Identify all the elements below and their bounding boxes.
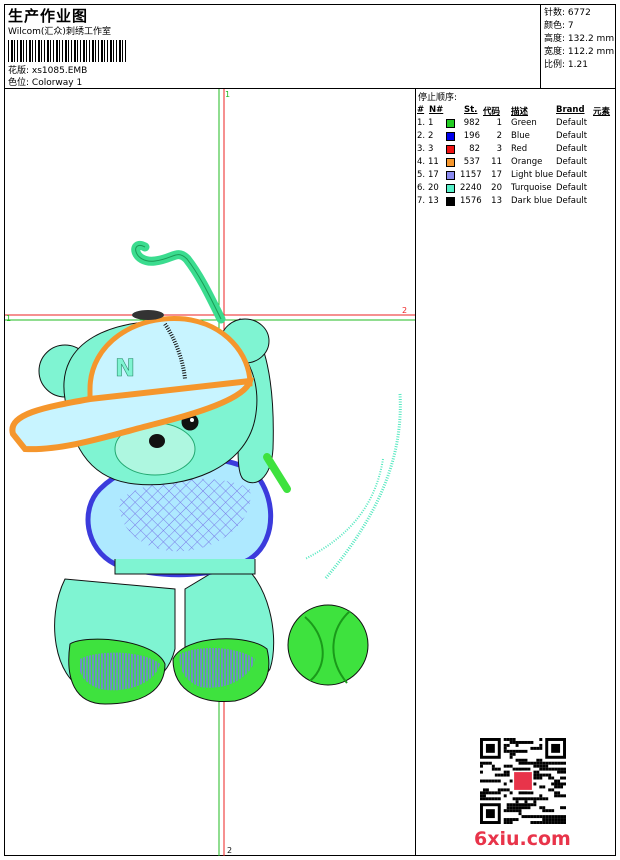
guide-label-h2: 2 xyxy=(402,306,407,315)
embroidery-design: N 1 1 2 2 xyxy=(5,89,415,856)
row-stitches: 196 xyxy=(463,131,480,141)
stat-height: 高度: 132.2 mm xyxy=(544,34,615,44)
row-stitches: 2240 xyxy=(460,183,482,193)
table-row: 3. 3 82 3 Red Default xyxy=(416,143,616,156)
color-swatch xyxy=(446,119,455,128)
row-brand: Default xyxy=(556,183,588,193)
row-code: 17 xyxy=(491,170,502,180)
stats-panel: 针数: 6772 颜色: 7 高度: 132.2 mm 宽度: 112.2 mm… xyxy=(540,4,616,88)
row-num: 1 xyxy=(428,118,434,128)
guide-label-v1: 1 xyxy=(225,90,230,99)
row-num: 13 xyxy=(428,196,439,206)
color-swatch xyxy=(446,184,455,193)
row-code: 3 xyxy=(496,144,502,154)
table-row: 7. 13 1576 13 Dark blue Default xyxy=(416,195,616,208)
row-desc: Turquoise xyxy=(511,183,552,193)
row-code: 13 xyxy=(491,196,502,206)
colorway-label: 色位: xyxy=(8,78,30,88)
row-desc: Blue xyxy=(511,131,530,141)
row-code: 11 xyxy=(491,157,502,167)
row-desc: Dark blue xyxy=(511,196,553,206)
color-swatch xyxy=(446,197,455,206)
row-desc: Red xyxy=(511,144,528,154)
swing-line-1 xyxy=(323,393,402,580)
qr-code xyxy=(480,738,566,824)
nose xyxy=(149,434,165,448)
row-desc: Orange xyxy=(511,157,543,167)
row-num: 17 xyxy=(428,170,439,180)
row-seq: 1. xyxy=(417,118,426,128)
header-info: 生产作业图 Wilcom(汇众)刺绣工作室 花版: xs1085.EMB 色位:… xyxy=(4,4,540,88)
colorway-value: Colorway 1 xyxy=(31,78,83,88)
row-seq: 3. xyxy=(417,144,426,154)
barcode xyxy=(8,40,128,62)
row-seq: 2. xyxy=(417,131,426,141)
row-stitches: 1576 xyxy=(460,196,482,206)
color-swatch xyxy=(446,171,455,180)
ball xyxy=(287,604,369,686)
row-brand: Default xyxy=(556,170,588,180)
color-swatch xyxy=(446,145,455,154)
table-body: 1. 1 982 1 Green Default 2. 2 196 2 Blue Default 3. 3… xyxy=(416,117,616,208)
design-canvas: N 1 1 2 2 xyxy=(5,89,415,856)
color-swatch xyxy=(446,132,455,141)
stat-stitches: 针数: 6772 xyxy=(544,8,591,18)
cap-button xyxy=(132,310,164,320)
row-code: 2 xyxy=(496,131,502,141)
stop-sequence-table: 停止顺序: # N# St. 代码 描述 Brand 元素 1. 1 982 1 Gre… xyxy=(416,89,616,208)
colorway-row: 色位: Colorway 1 xyxy=(8,75,82,88)
table-row: 4. 11 537 11 Orange Default xyxy=(416,156,616,169)
table-row: 1. 1 982 1 Green Default xyxy=(416,117,616,130)
color-swatch xyxy=(446,158,455,167)
studio-name: Wilcom(汇众)刺绣工作室 xyxy=(8,27,111,37)
row-num: 11 xyxy=(428,157,439,167)
guide-label-h1: 1 xyxy=(6,314,11,323)
row-brand: Default xyxy=(556,157,588,167)
row-brand: Default xyxy=(556,118,588,128)
row-num: 20 xyxy=(428,183,439,193)
table-row: 2. 2 196 2 Blue Default xyxy=(416,130,616,143)
row-seq: 7. xyxy=(417,196,426,206)
row-desc: Light blue xyxy=(511,170,554,180)
sheet-title: 生产作业图 xyxy=(8,7,89,25)
row-seq: 6. xyxy=(417,183,426,193)
table-header: # N# St. 代码 描述 Brand 元素 xyxy=(417,105,611,117)
stat-width: 宽度: 112.2 mm xyxy=(544,47,615,57)
table-row: 5. 17 1157 17 Light blue Default xyxy=(416,169,616,182)
swing-line-2 xyxy=(304,458,384,560)
row-seq: 5. xyxy=(417,170,426,180)
stop-sequence-title: 停止顺序: xyxy=(418,93,458,103)
row-seq: 4. xyxy=(417,157,426,167)
golf-club xyxy=(131,241,226,324)
guide-label-v2: 2 xyxy=(227,846,232,855)
row-stitches: 1157 xyxy=(460,170,482,180)
stat-colors: 颜色: 7 xyxy=(544,21,574,31)
row-stitches: 82 xyxy=(469,144,480,154)
row-num: 3 xyxy=(428,144,434,154)
row-desc: Green xyxy=(511,118,537,128)
row-brand: Default xyxy=(556,131,588,141)
row-code: 20 xyxy=(491,183,502,193)
row-stitches: 982 xyxy=(463,118,480,128)
svg-text:N: N xyxy=(115,354,135,382)
row-num: 2 xyxy=(428,131,434,141)
row-brand: Default xyxy=(556,144,588,154)
row-stitches: 537 xyxy=(463,157,480,167)
table-row: 6. 20 2240 20 Turquoise Default xyxy=(416,182,616,195)
stat-scale: 比例: 1.21 xyxy=(544,60,588,70)
row-code: 1 xyxy=(496,118,502,128)
row-brand: Default xyxy=(556,196,588,206)
watermark-logo: 6xiu.com xyxy=(474,828,571,850)
